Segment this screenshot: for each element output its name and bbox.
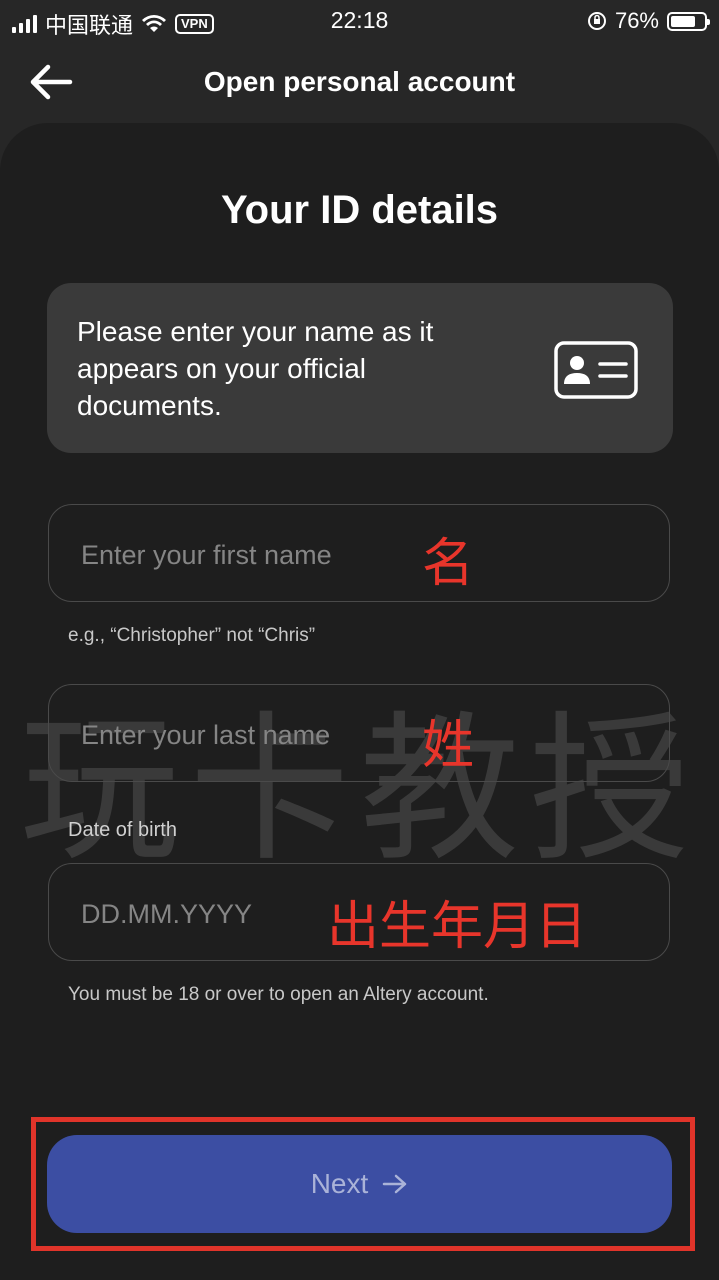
last-name-input[interactable]: [79, 685, 383, 785]
info-box: Please enter your name as it appears on …: [47, 283, 673, 453]
last-name-field[interactable]: [48, 684, 670, 785]
info-text: Please enter your name as it appears on …: [77, 316, 434, 421]
dob-hint: You must be 18 or over to open an Altery…: [68, 984, 489, 1005]
status-bar: 中国联通 VPN 22:18 76%: [0, 0, 719, 40]
last-name-annotation: 姓: [422, 717, 475, 775]
dob-label: Date of birth: [68, 819, 177, 841]
first-name-field[interactable]: [48, 504, 670, 605]
first-name-input[interactable]: [79, 505, 383, 605]
first-name-annotation: 名: [422, 535, 475, 593]
first-name-hint: e.g., “Christopher” not “Chris”: [68, 625, 316, 646]
next-label: Next: [310, 1168, 369, 1199]
header-title: Open personal account: [203, 66, 516, 97]
page-title: Your ID details: [220, 188, 499, 232]
dob-annotation: 出生年月日: [327, 898, 588, 956]
arrow-right-icon: [383, 1174, 407, 1194]
rotation-lock-icon: [587, 12, 606, 30]
next-button[interactable]: Next: [47, 1135, 672, 1233]
battery-icon: [667, 11, 710, 31]
status-right: 76%: [587, 8, 710, 34]
id-card-icon: [554, 341, 638, 399]
battery-percent: 76%: [614, 8, 659, 33]
